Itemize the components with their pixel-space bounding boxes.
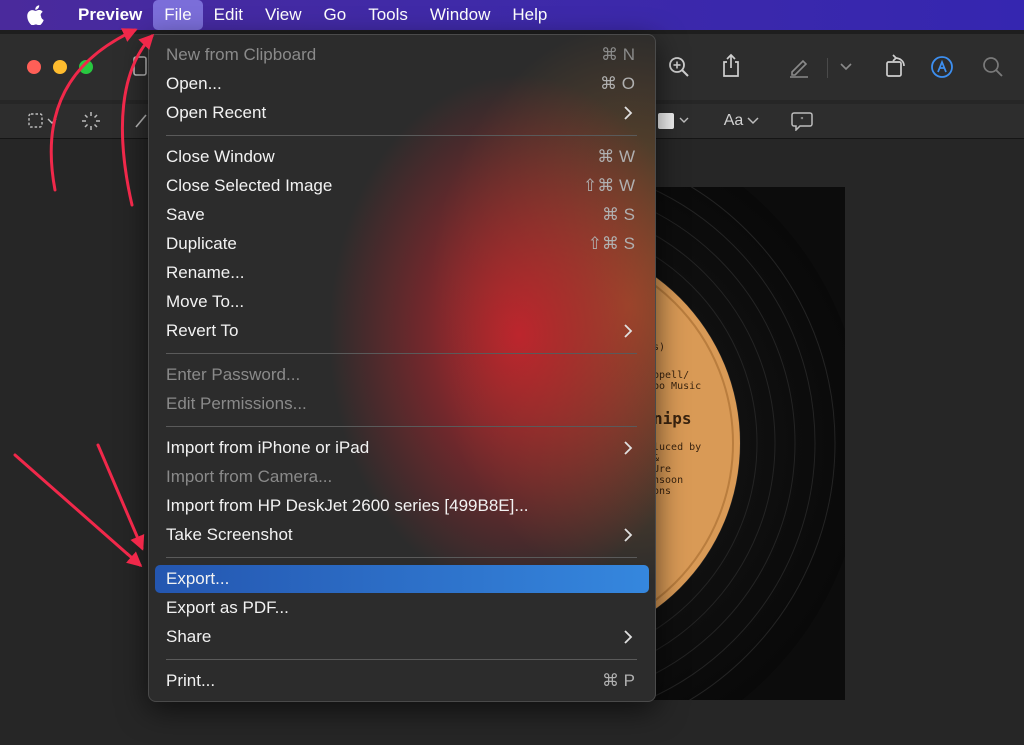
instant-alpha-icon[interactable]: [80, 111, 102, 131]
menu-separator: [166, 557, 637, 558]
label-line: ons: [653, 486, 672, 497]
menu-close-window[interactable]: Close Window ⌘ W: [155, 143, 649, 171]
menu-move-to[interactable]: Move To...: [155, 288, 649, 316]
menu-new-from-clipboard[interactable]: New from Clipboard ⌘ N: [155, 41, 649, 69]
menu-item-shortcut: ⌘ O: [600, 74, 635, 93]
menu-item-label: New from Clipboard: [166, 45, 317, 64]
share-icon[interactable]: [718, 52, 744, 80]
menu-separator: [166, 353, 637, 354]
menu-item-shortcut: ⌘ S: [601, 205, 635, 224]
menu-item-label: Close Selected Image: [166, 176, 333, 195]
menu-go[interactable]: Go: [313, 0, 358, 30]
menu-import-from-scanner[interactable]: Import from HP DeskJet 2600 series [499B…: [155, 492, 649, 520]
label-line: &: [653, 453, 660, 464]
search-icon[interactable]: [980, 54, 1006, 80]
menu-separator: [166, 659, 637, 660]
menu-item-label: Import from iPhone or iPad: [166, 438, 370, 457]
rect-select-icon[interactable]: [27, 112, 61, 130]
menu-item-label: Close Window: [166, 147, 275, 166]
rotate-icon[interactable]: [882, 52, 910, 80]
menu-revert-to[interactable]: Revert To: [155, 317, 649, 345]
label-line: nsoon: [653, 475, 684, 486]
file-menu: New from Clipboard ⌘ N Open... ⌘ O Open …: [148, 34, 656, 702]
chevron-right-icon: [624, 630, 633, 644]
label-line: s): [653, 342, 666, 353]
markup-icon[interactable]: [929, 54, 955, 80]
label-line: ppell/: [653, 370, 690, 381]
font-icon[interactable]: Aa: [722, 111, 762, 131]
menu-close-selected-image[interactable]: Close Selected Image ⇧⌘ W: [155, 172, 649, 200]
label-line: nips: [653, 409, 692, 428]
menu-share[interactable]: Share: [155, 623, 649, 651]
menu-enter-password[interactable]: Enter Password...: [155, 361, 649, 389]
sidebar-icon[interactable]: [133, 54, 147, 78]
menu-take-screenshot[interactable]: Take Screenshot: [155, 521, 649, 549]
menu-item-label: Take Screenshot: [166, 525, 293, 544]
menu-duplicate[interactable]: Duplicate ⇧⌘ S: [155, 230, 649, 258]
zoom-window-button[interactable]: [79, 60, 93, 74]
menu-open-recent[interactable]: Open Recent: [155, 99, 649, 127]
label-line: luced by: [653, 442, 702, 453]
record-label-text: s) ppell/ bo Music nips luced by & Ure n…: [653, 342, 701, 497]
menu-item-shortcut: ⇧⌘ S: [587, 234, 635, 253]
menu-separator: [166, 135, 637, 136]
menu-edit[interactable]: Edit: [203, 0, 254, 30]
menu-preview[interactable]: Preview: [67, 0, 153, 30]
menu-help[interactable]: Help: [501, 0, 558, 30]
menu-print[interactable]: Print... ⌘ P: [155, 667, 649, 695]
menu-item-label: Revert To: [166, 321, 239, 340]
menu-tools[interactable]: Tools: [357, 0, 419, 30]
menu-import-from-iphone[interactable]: Import from iPhone or iPad: [155, 434, 649, 462]
toolbar-divider: [827, 58, 828, 78]
menu-file[interactable]: File: [153, 0, 203, 30]
menu-item-label: Enter Password...: [166, 365, 301, 384]
menu-item-label: Save: [166, 205, 205, 224]
menu-view[interactable]: View: [254, 0, 313, 30]
label-line: bo Music: [653, 381, 702, 392]
menu-save[interactable]: Save ⌘ S: [155, 201, 649, 229]
menu-item-label: Edit Permissions...: [166, 394, 307, 413]
menu-item-shortcut: ⌘ W: [597, 147, 635, 166]
close-window-button[interactable]: [27, 60, 41, 74]
svg-text:": ": [800, 116, 804, 125]
menu-item-label: Duplicate: [166, 234, 237, 253]
menu-window[interactable]: Window: [419, 0, 501, 30]
menu-item-shortcut: ⌘ P: [601, 671, 635, 690]
chevron-right-icon: [624, 324, 633, 338]
zoom-in-icon[interactable]: [666, 54, 692, 80]
apple-icon[interactable]: [25, 5, 45, 25]
menu-item-label: Share: [166, 627, 212, 646]
menu-item-shortcut: ⌘ N: [601, 45, 635, 64]
menu-edit-permissions[interactable]: Edit Permissions...: [155, 390, 649, 418]
menu-open[interactable]: Open... ⌘ O: [155, 70, 649, 98]
chevron-right-icon: [624, 106, 633, 120]
fill-color-icon[interactable]: [656, 112, 692, 130]
sketch-icon[interactable]: [134, 112, 148, 130]
label-line: Ure: [653, 464, 672, 475]
chevron-right-icon: [624, 441, 633, 455]
menu-item-label: Open Recent: [166, 103, 267, 122]
chevron-right-icon: [624, 528, 633, 542]
menu-export[interactable]: Export...: [155, 565, 649, 593]
menu-item-label: Export as PDF...: [166, 598, 289, 617]
chevron-down-icon[interactable]: [838, 60, 854, 74]
menu-item-label: Rename...: [166, 263, 245, 282]
menu-item-label: Import from Camera...: [166, 467, 333, 486]
menu-item-label: Print...: [166, 671, 216, 690]
minimize-window-button[interactable]: [53, 60, 67, 74]
menu-rename[interactable]: Rename...: [155, 259, 649, 287]
menu-export-as-pdf[interactable]: Export as PDF...: [155, 594, 649, 622]
menu-separator: [166, 426, 637, 427]
markup-pen-icon[interactable]: [786, 54, 812, 80]
menu-item-label: Open...: [166, 74, 222, 93]
menu-item-label: Export...: [166, 569, 230, 588]
menu-import-from-camera[interactable]: Import from Camera...: [155, 463, 649, 491]
speech-bubble-icon[interactable]: ": [790, 111, 814, 131]
font-label: Aa: [723, 112, 744, 129]
menu-bar: Preview File Edit View Go Tools Window H…: [0, 0, 1024, 30]
menu-item-label: Move To...: [166, 292, 245, 311]
menu-item-shortcut: ⇧⌘ W: [582, 176, 635, 195]
menu-item-label: Import from HP DeskJet 2600 series [499B…: [166, 496, 529, 515]
